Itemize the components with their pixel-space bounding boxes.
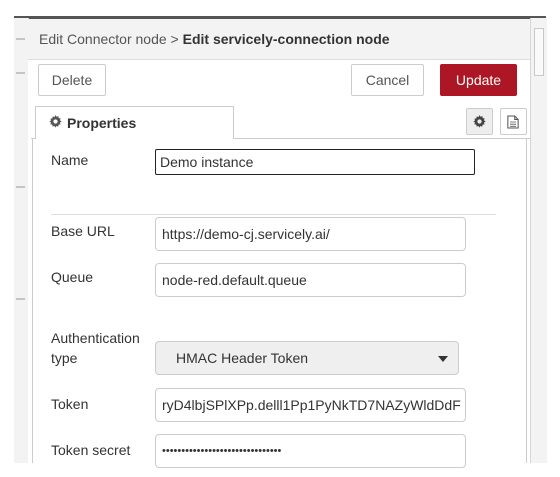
workspace-palette-edge xyxy=(14,18,29,463)
queue-label: Queue xyxy=(51,269,94,285)
cancel-button[interactable]: Cancel xyxy=(351,64,424,96)
palette-mark xyxy=(16,298,25,300)
sidebar-tab[interactable] xyxy=(534,28,544,76)
tray-header: Edit Connector node > Edit servicely-con… xyxy=(28,19,530,60)
auth-type-label: Authentication type xyxy=(51,328,140,368)
token-secret-field[interactable]: ••••••••••••••••••••••••••••••• xyxy=(155,434,466,468)
queue-field[interactable]: node-red.default.queue xyxy=(155,263,466,297)
breadcrumb-separator: > xyxy=(170,31,179,47)
name-field[interactable]: Demo instance xyxy=(155,149,475,175)
token-secret-label: Token secret xyxy=(51,442,131,458)
base-url-label: Base URL xyxy=(51,223,115,239)
palette-mark xyxy=(16,38,25,40)
tab-bar: Properties xyxy=(31,106,530,139)
edit-tray: Edit Connector node > Edit servicely-con… xyxy=(28,19,530,468)
delete-button[interactable]: Delete xyxy=(38,64,106,96)
token-label: Token xyxy=(51,396,89,412)
gear-icon xyxy=(49,115,62,128)
update-button[interactable]: Update xyxy=(440,64,517,96)
section-divider xyxy=(51,214,496,215)
background-left xyxy=(0,0,14,477)
properties-panel: Name Demo instance Base URL https://demo… xyxy=(32,139,527,468)
node-settings-button[interactable] xyxy=(466,108,493,135)
name-label: Name xyxy=(51,152,89,168)
token-field[interactable]: ryD4lbjSPlXPp.delll1Pp1PyNkTD7NAZyWldDdF xyxy=(155,388,466,422)
node-description-button[interactable] xyxy=(500,108,527,135)
tab-properties[interactable]: Properties xyxy=(35,106,234,139)
chevron-down-icon xyxy=(438,356,448,362)
settings-icon xyxy=(473,115,486,128)
breadcrumb-current: Edit servicely-connection node xyxy=(182,31,390,47)
breadcrumb: Edit Connector node > Edit servicely-con… xyxy=(39,31,390,47)
tab-properties-label: Properties xyxy=(67,115,137,131)
auth-type-label-line1: Authentication xyxy=(51,330,140,346)
auth-type-label-line2: type xyxy=(51,350,78,366)
tray-toolbar: Delete Cancel Update xyxy=(28,60,530,106)
auth-type-select[interactable]: HMAC Header Token xyxy=(155,341,459,375)
base-url-field[interactable]: https://demo-cj.servicely.ai/ xyxy=(155,217,466,251)
workspace-sidebar-edge xyxy=(530,18,547,463)
breadcrumb-parent[interactable]: Edit Connector node xyxy=(39,31,167,47)
palette-mark xyxy=(16,186,25,188)
description-icon xyxy=(507,115,519,129)
palette-mark xyxy=(16,72,25,74)
auth-type-value: HMAC Header Token xyxy=(176,350,309,366)
